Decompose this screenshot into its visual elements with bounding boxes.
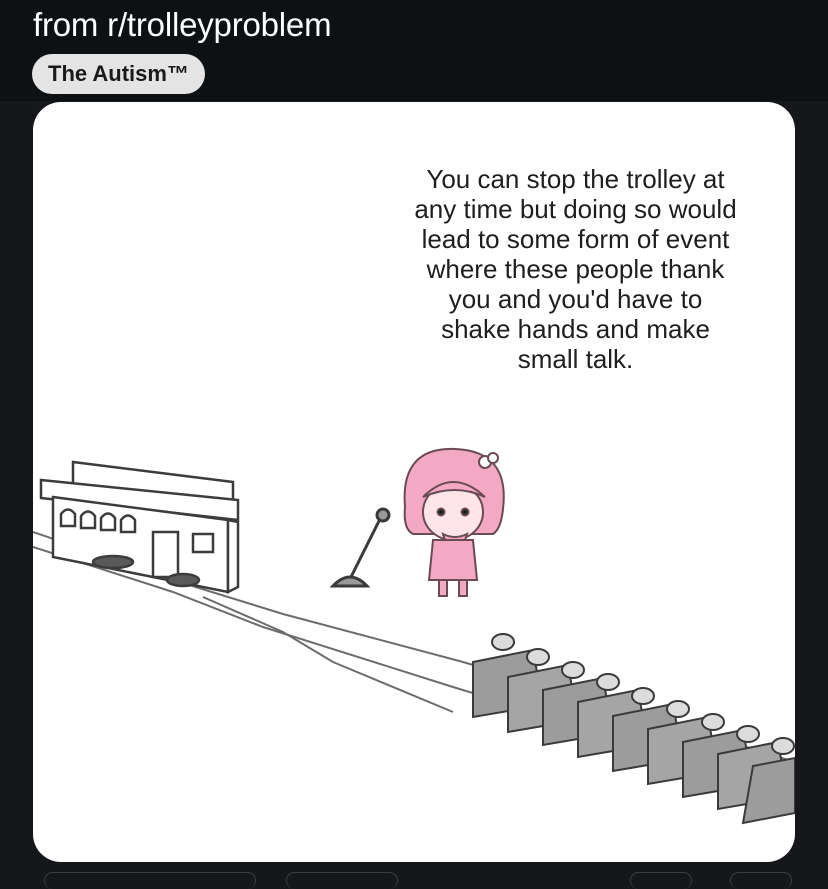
meme-caption: You can stop the trolley at any time but…: [414, 164, 737, 374]
comment-button[interactable]: [286, 872, 398, 889]
lever: [329, 507, 391, 588]
post-image[interactable]: You can stop the trolley at any time but…: [33, 102, 795, 862]
people-on-track: [472, 633, 795, 825]
trolley: [39, 460, 240, 595]
share-button[interactable]: [630, 872, 692, 889]
post-action-bar: [0, 862, 828, 889]
post-header: from r/trolleyproblem The Autism™: [0, 0, 828, 101]
pink-character: [403, 447, 505, 597]
vote-button[interactable]: [44, 872, 256, 889]
award-button[interactable]: [730, 872, 792, 889]
post-flair[interactable]: The Autism™: [32, 54, 205, 94]
subreddit-title[interactable]: from r/trolleyproblem: [33, 6, 332, 44]
